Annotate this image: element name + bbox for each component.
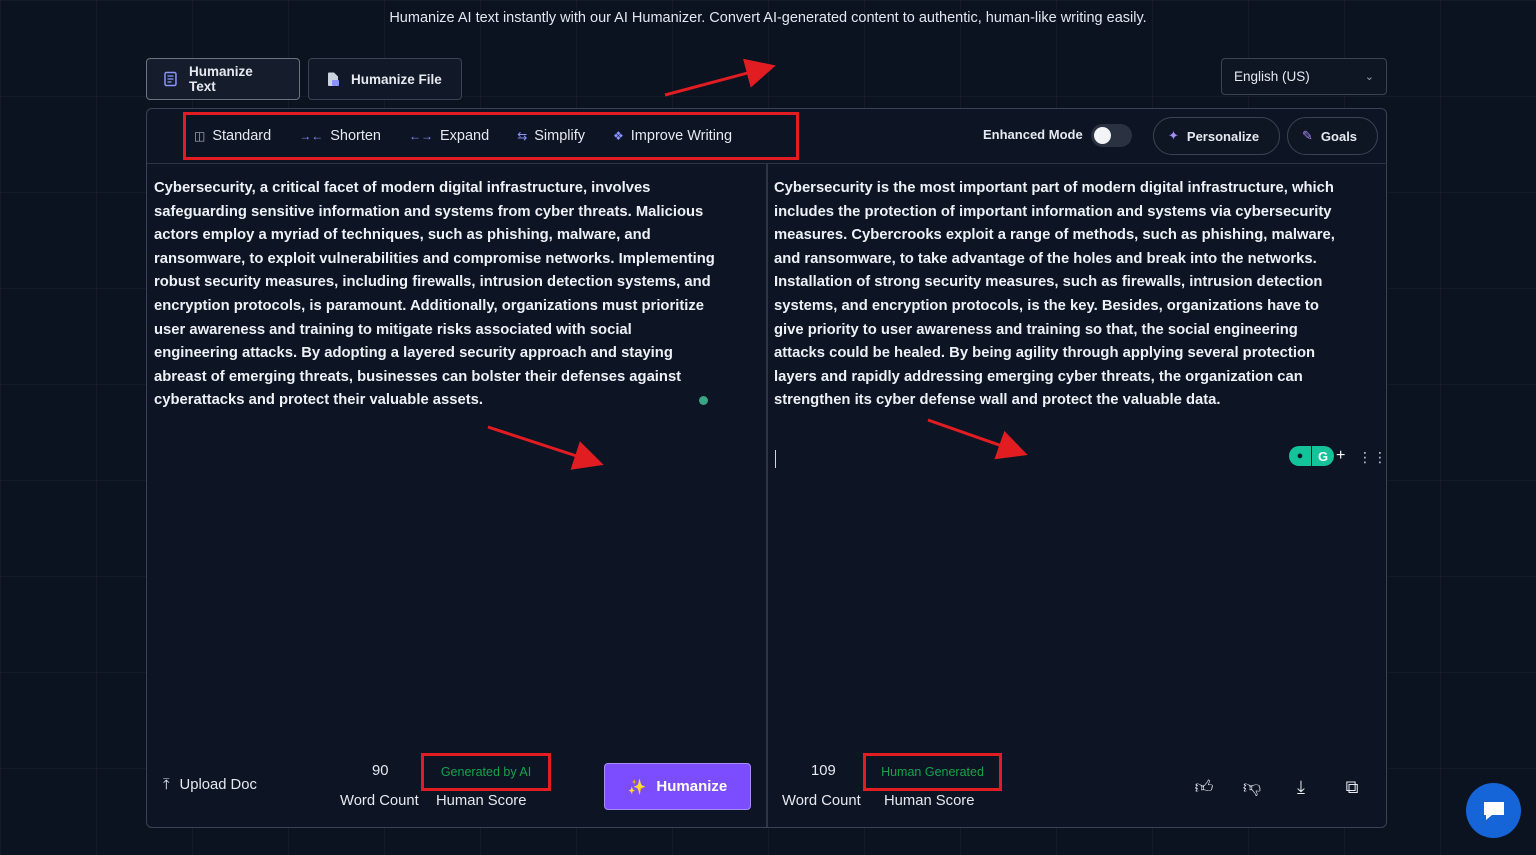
copy-icon[interactable]: ⧉ (1340, 775, 1364, 799)
output-human-score-label: Human Score (884, 793, 975, 809)
mode-standard[interactable]: ◫ Standard (194, 128, 271, 144)
personalize-button[interactable]: ✦ Personalize (1153, 117, 1280, 155)
goals-button[interactable]: ✎ Goals (1287, 117, 1378, 155)
output-word-count-label: Word Count (782, 793, 861, 809)
mode-improve-writing-label: Improve Writing (630, 128, 733, 144)
mode-simplify[interactable]: ⇆ Simplify (517, 128, 585, 144)
upload-doc-button[interactable]: ⤒ Upload Doc (163, 777, 257, 793)
pen-icon: ✎ (1302, 128, 1313, 143)
thumbs-up-icon[interactable]: 👍︎ (1192, 775, 1216, 799)
input-word-count-label: Word Count (340, 793, 419, 809)
chevron-down-icon: ⌄ (1364, 71, 1374, 83)
humanize-button[interactable]: ✨ Humanize (604, 763, 751, 810)
mode-improve-writing[interactable]: ❖ Improve Writing (613, 128, 732, 144)
document-icon (164, 71, 177, 87)
location-icon: ● (1289, 446, 1311, 466)
mode-standard-label: Standard (212, 128, 272, 144)
plus-icon: + (1336, 447, 1346, 464)
output-human-score-value: Human Generated (881, 765, 984, 779)
toggle-knob (1094, 127, 1111, 144)
box-icon: ◫ (194, 129, 206, 143)
mode-tabs: ◫ Standard →← Shorten ←→ Expand ⇆ Simpli… (183, 112, 799, 160)
mode-expand[interactable]: ←→ Expand (409, 128, 489, 144)
mode-shorten-label: Shorten (330, 128, 381, 144)
input-human-score-label: Human Score (436, 793, 527, 809)
upload-doc-label: Upload Doc (179, 777, 257, 793)
sparkle-icon: ✦ (1168, 128, 1179, 143)
goals-label: Goals (1320, 128, 1358, 144)
swap-icon: ⇆ (517, 129, 528, 143)
thumbs-down-icon[interactable]: 👎︎ (1240, 775, 1264, 799)
input-text-area[interactable]: Cybersecurity, a critical facet of moder… (154, 177, 719, 413)
output-human-score-badge: Human Generated (863, 753, 1002, 791)
editor-panel: ◫ Standard →← Shorten ←→ Expand ⇆ Simpli… (146, 108, 1387, 828)
mode-shorten[interactable]: →← Shorten (299, 128, 381, 144)
enhanced-mode-label: Enhanced Mode (983, 127, 1083, 142)
output-text-area[interactable]: Cybersecurity is the most important part… (774, 177, 1349, 413)
mode-expand-label: Expand (440, 128, 490, 144)
tab-humanize-text-label: Humanize Text (188, 64, 253, 94)
improve-icon: ❖ (613, 129, 624, 143)
humanize-button-label: Humanize (656, 778, 728, 795)
sparkle-icon: ✨ (627, 778, 647, 796)
arrow-to-modes (664, 58, 776, 97)
text-cursor (775, 450, 776, 468)
upload-icon: ⤒ (163, 777, 170, 793)
panel-divider (766, 163, 768, 827)
tab-humanize-file-label: Humanize File (351, 71, 442, 87)
personalize-label: Personalize (1186, 128, 1260, 144)
enhanced-mode-toggle[interactable] (1091, 124, 1132, 147)
download-icon[interactable]: ⤓ (1289, 775, 1313, 799)
grammarly-icon: G (1311, 446, 1334, 466)
input-human-score-badge: Generated by AI (421, 753, 551, 791)
drag-handle-icon[interactable]: ⋮⋮ (1358, 449, 1388, 466)
input-word-count: 90 (372, 763, 389, 779)
output-word-count: 109 (811, 763, 836, 779)
file-icon (328, 72, 339, 86)
chat-icon (1483, 801, 1504, 820)
expand-arrows-icon: ←→ (409, 129, 433, 143)
tab-humanize-file[interactable]: Humanize File (308, 58, 462, 100)
language-select[interactable]: English (US) ⌄ (1221, 58, 1387, 95)
status-dot (699, 396, 708, 405)
page-tagline: Humanize AI text instantly with our AI H… (389, 10, 1147, 26)
shorten-arrows-icon: →← (299, 129, 324, 143)
language-select-value: English (US) (1234, 69, 1310, 84)
grammarly-widget[interactable]: ● G + (1289, 446, 1345, 466)
mode-simplify-label: Simplify (534, 128, 586, 144)
tab-humanize-text[interactable]: Humanize Text (146, 58, 300, 100)
input-human-score-value: Generated by AI (440, 765, 532, 779)
mode-toolbar: ◫ Standard →← Shorten ←→ Expand ⇆ Simpli… (147, 109, 1386, 164)
chat-bubble-button[interactable] (1466, 783, 1521, 838)
